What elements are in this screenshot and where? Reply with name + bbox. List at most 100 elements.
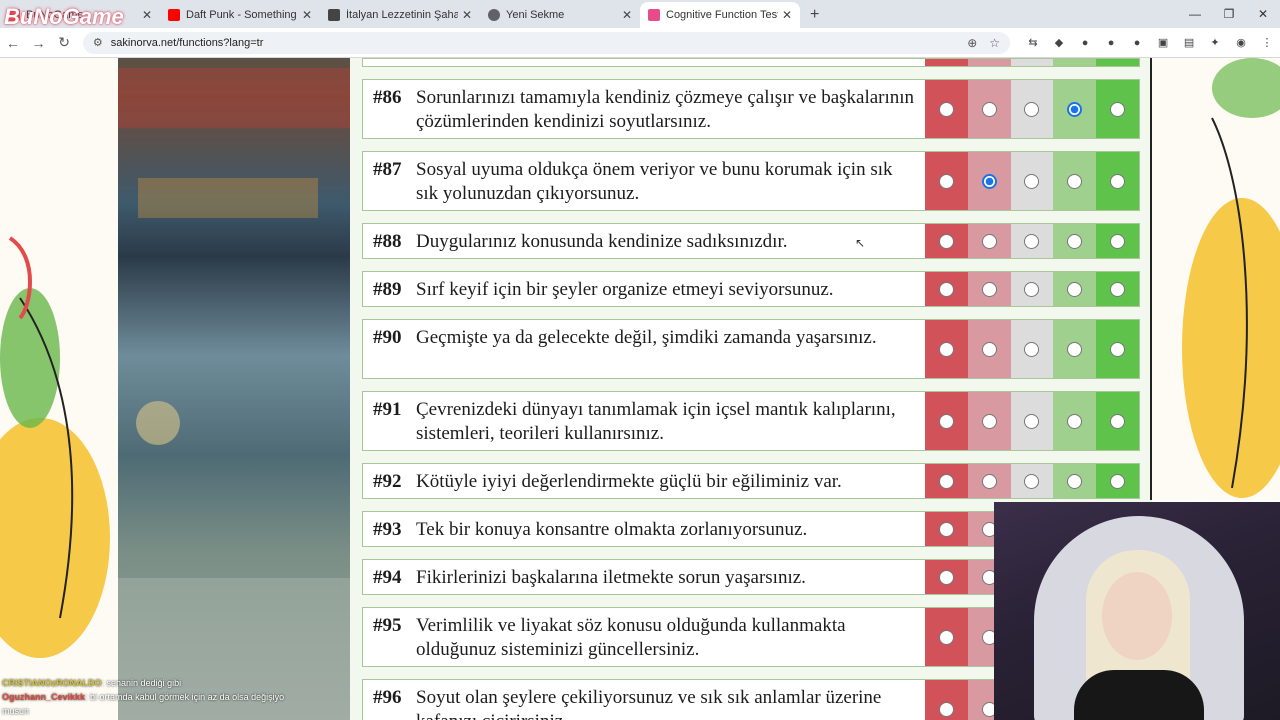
- answer-option-4[interactable]: [1053, 224, 1097, 258]
- radio-button[interactable]: [938, 233, 954, 249]
- radio-button[interactable]: [938, 629, 954, 645]
- radio-button[interactable]: [938, 413, 954, 429]
- answer-option-1[interactable]: [925, 320, 968, 378]
- answer-option-5[interactable]: [1096, 272, 1139, 306]
- answer-option-1[interactable]: [925, 608, 968, 666]
- radio-button[interactable]: [981, 341, 997, 357]
- answer-option-1[interactable]: [925, 512, 968, 546]
- close-icon[interactable]: ✕: [142, 8, 152, 22]
- answer-option-4[interactable]: [1053, 80, 1097, 138]
- radio-button[interactable]: [981, 173, 997, 189]
- radio-button[interactable]: [1110, 341, 1126, 357]
- radio-button[interactable]: [1110, 173, 1126, 189]
- answer-option-1[interactable]: [925, 272, 968, 306]
- extension-icon[interactable]: ▤: [1177, 35, 1201, 51]
- radio-button[interactable]: [1067, 473, 1083, 489]
- answer-option-2[interactable]: [967, 272, 1011, 306]
- radio-button[interactable]: [938, 701, 954, 717]
- tab-tiramisu[interactable]: İtalyan Lezzetinin Şahanesi Tira ✕: [320, 2, 480, 28]
- radio-button[interactable]: [1110, 281, 1126, 297]
- extension-icon[interactable]: ●: [1073, 35, 1097, 51]
- answer-option-2[interactable]: [967, 152, 1011, 210]
- menu-icon[interactable]: ⋮: [1255, 35, 1279, 51]
- answer-option-3[interactable]: [1010, 320, 1054, 378]
- radio-button[interactable]: [1067, 173, 1083, 189]
- answer-option-3[interactable]: [1010, 224, 1054, 258]
- radio-button[interactable]: [938, 473, 954, 489]
- radio-button[interactable]: [1067, 233, 1083, 249]
- restore-icon[interactable]: ❐: [1212, 0, 1246, 28]
- answer-option-2[interactable]: [967, 224, 1011, 258]
- answer-option-1[interactable]: [925, 560, 968, 594]
- answer-option-1[interactable]: [925, 80, 968, 138]
- answer-option-2[interactable]: [967, 320, 1011, 378]
- radio-button[interactable]: [938, 281, 954, 297]
- close-icon[interactable]: ✕: [782, 8, 792, 22]
- close-icon[interactable]: ✕: [622, 8, 632, 22]
- extension-icon[interactable]: ●: [1125, 35, 1149, 51]
- close-window-icon[interactable]: ✕: [1246, 0, 1280, 28]
- answer-option-4[interactable]: [1053, 272, 1097, 306]
- radio-button[interactable]: [981, 413, 997, 429]
- radio-button[interactable]: [1024, 233, 1040, 249]
- radio-button[interactable]: [1067, 413, 1083, 429]
- answer-option-1[interactable]: [925, 392, 968, 450]
- answer-option-1[interactable]: [925, 152, 968, 210]
- tab-new[interactable]: Yeni Sekme ✕: [480, 2, 640, 28]
- answer-option-4[interactable]: [1053, 152, 1097, 210]
- radio-button[interactable]: [1024, 101, 1040, 117]
- radio-button[interactable]: [981, 281, 997, 297]
- tab-daft-punk[interactable]: Daft Punk - Something About U ✕: [160, 2, 320, 28]
- extension-icon[interactable]: ▣: [1151, 35, 1175, 51]
- puzzle-icon[interactable]: ✦: [1203, 35, 1227, 51]
- forward-icon[interactable]: →: [26, 35, 52, 51]
- radio-button[interactable]: [1110, 473, 1126, 489]
- radio-button[interactable]: [1110, 233, 1126, 249]
- radio-button[interactable]: [938, 521, 954, 537]
- answer-option-3[interactable]: [1010, 392, 1054, 450]
- radio-button[interactable]: [1110, 101, 1126, 117]
- answer-option-5[interactable]: [1096, 320, 1139, 378]
- profile-avatar[interactable]: ◉: [1229, 35, 1253, 51]
- radio-button[interactable]: [1067, 101, 1083, 117]
- extension-icon[interactable]: ●: [1099, 35, 1123, 51]
- radio-button[interactable]: [1067, 341, 1083, 357]
- radio-button[interactable]: [1024, 473, 1040, 489]
- tab-cognitive-test[interactable]: Cognitive Function Test (Grant/ ✕: [640, 2, 800, 28]
- answer-option-3[interactable]: [1010, 152, 1054, 210]
- answer-option-1[interactable]: [925, 464, 968, 498]
- radio-button[interactable]: [1110, 413, 1126, 429]
- close-icon[interactable]: ✕: [302, 8, 312, 22]
- radio-button[interactable]: [938, 101, 954, 117]
- radio-button[interactable]: [981, 101, 997, 117]
- answer-option-5[interactable]: [1096, 224, 1139, 258]
- reload-icon[interactable]: ↻: [51, 34, 77, 51]
- answer-option-2[interactable]: [967, 80, 1011, 138]
- answer-option-5[interactable]: [1096, 464, 1139, 498]
- radio-button[interactable]: [1024, 341, 1040, 357]
- radio-button[interactable]: [1024, 281, 1040, 297]
- back-icon[interactable]: ←: [0, 35, 26, 51]
- minimize-icon[interactable]: —: [1178, 0, 1212, 28]
- answer-option-4[interactable]: [1053, 392, 1097, 450]
- answer-option-5[interactable]: [1096, 392, 1139, 450]
- shield-icon[interactable]: ◆: [1047, 35, 1071, 51]
- answer-option-1[interactable]: [925, 224, 968, 258]
- answer-option-5[interactable]: [1096, 152, 1139, 210]
- answer-option-1[interactable]: [925, 680, 968, 720]
- answer-option-4[interactable]: [1053, 320, 1097, 378]
- radio-button[interactable]: [1024, 413, 1040, 429]
- radio-button[interactable]: [938, 569, 954, 585]
- radio-button[interactable]: [981, 233, 997, 249]
- radio-button[interactable]: [981, 473, 997, 489]
- answer-option-3[interactable]: [1010, 80, 1054, 138]
- zoom-icon[interactable]: ⊕: [967, 36, 977, 50]
- radio-button[interactable]: [938, 341, 954, 357]
- answer-option-3[interactable]: [1010, 464, 1054, 498]
- answer-option-3[interactable]: [1010, 272, 1054, 306]
- translate-icon[interactable]: ⇆: [1021, 35, 1045, 51]
- radio-button[interactable]: [1024, 173, 1040, 189]
- answer-option-4[interactable]: [1053, 464, 1097, 498]
- answer-option-2[interactable]: [967, 464, 1011, 498]
- new-tab-button[interactable]: +: [800, 2, 829, 28]
